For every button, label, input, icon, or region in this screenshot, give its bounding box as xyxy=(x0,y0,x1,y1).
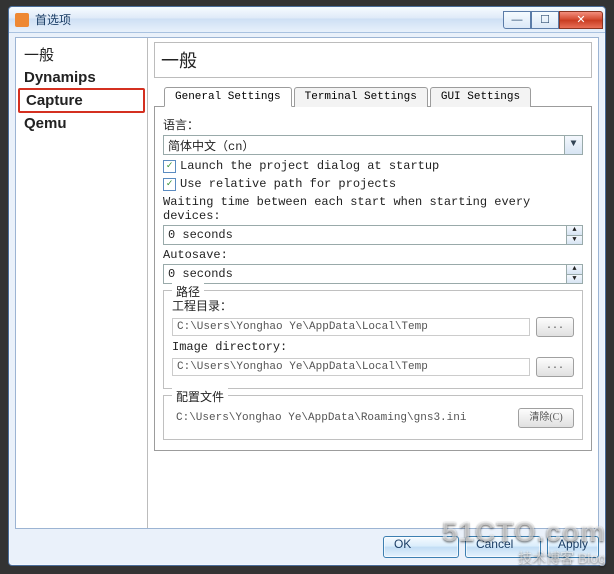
clear-config-button[interactable]: 清除(C) xyxy=(518,408,574,428)
app-icon xyxy=(15,13,29,27)
tab-panel: 语言： 简体中文（cn） ▼ ✓ Launch the project dial… xyxy=(154,107,592,451)
sidebar-item-general[interactable]: 一般 xyxy=(18,42,145,67)
sidebar-item-capture[interactable]: Capture xyxy=(18,88,145,113)
maximize-button[interactable]: ☐ xyxy=(531,11,559,29)
spin-down-icon[interactable]: ▼ xyxy=(567,274,582,284)
autosave-spinner[interactable]: 0 seconds ▲ ▼ xyxy=(163,264,583,284)
close-button[interactable]: ✕ xyxy=(559,11,603,29)
checkbox-relative-path[interactable]: ✓ xyxy=(163,178,176,191)
cancel-button[interactable]: Cancel xyxy=(465,536,541,558)
dialog-body: 一般 Dynamips Capture Qemu 一般 General Sett… xyxy=(15,37,599,529)
project-dir-input[interactable]: C:\Users\Yonghao Ye\AppData\Local\Temp xyxy=(172,318,530,336)
language-label: 语言： xyxy=(163,116,583,133)
project-dir-label: 工程目录： xyxy=(172,297,574,314)
checkbox-launch-dialog-label: Launch the project dialog at startup xyxy=(180,159,439,173)
paths-group: 路径 工程目录： C:\Users\Yonghao Ye\AppData\Loc… xyxy=(163,290,583,389)
image-dir-label: Image directory: xyxy=(172,340,574,354)
tab-strip: General Settings Terminal Settings GUI S… xyxy=(154,86,592,107)
tab-gui-settings[interactable]: GUI Settings xyxy=(430,87,531,107)
checkbox-relative-path-label: Use relative path for projects xyxy=(180,177,396,191)
preferences-window: 首选项 — ☐ ✕ 一般 Dynamips Capture Qemu 一般 Ge… xyxy=(8,6,606,566)
spin-up-icon[interactable]: ▲ xyxy=(567,226,582,235)
sidebar-item-dynamips[interactable]: Dynamips xyxy=(18,67,145,88)
dialog-button-bar: OK Cancel Apply xyxy=(15,533,599,561)
checkbox-launch-dialog[interactable]: ✓ xyxy=(163,160,176,173)
language-value: 简体中文（cn） xyxy=(164,137,564,154)
spin-up-icon[interactable]: ▲ xyxy=(567,265,582,274)
sidebar-item-qemu[interactable]: Qemu xyxy=(18,113,145,134)
titlebar: 首选项 — ☐ ✕ xyxy=(9,7,605,33)
window-title: 首选项 xyxy=(35,11,71,28)
wait-spinner[interactable]: 0 seconds ▲ ▼ xyxy=(163,225,583,245)
page-title: 一般 xyxy=(154,42,592,78)
main-panel: 一般 General Settings Terminal Settings GU… xyxy=(148,38,598,528)
ok-button[interactable]: OK xyxy=(383,536,459,558)
image-dir-browse-button[interactable]: ... xyxy=(536,357,574,377)
wait-label: Waiting time between each start when sta… xyxy=(163,195,583,223)
config-path-text: C:\Users\Yonghao Ye\AppData\Roaming\gns3… xyxy=(172,410,512,426)
autosave-value: 0 seconds xyxy=(164,265,566,283)
config-group: 配置文件 C:\Users\Yonghao Ye\AppData\Roaming… xyxy=(163,395,583,440)
wait-value: 0 seconds xyxy=(164,226,566,244)
window-controls: — ☐ ✕ xyxy=(503,11,603,29)
project-dir-browse-button[interactable]: ... xyxy=(536,317,574,337)
paths-group-title: 路径 xyxy=(172,283,204,300)
tab-general-settings[interactable]: General Settings xyxy=(164,87,292,107)
chevron-down-icon: ▼ xyxy=(564,136,582,154)
spin-down-icon[interactable]: ▼ xyxy=(567,235,582,245)
autosave-label: Autosave: xyxy=(163,248,583,262)
config-group-title: 配置文件 xyxy=(172,388,228,405)
tab-terminal-settings[interactable]: Terminal Settings xyxy=(294,87,428,107)
minimize-button[interactable]: — xyxy=(503,11,531,29)
language-combobox[interactable]: 简体中文（cn） ▼ xyxy=(163,135,583,155)
apply-button[interactable]: Apply xyxy=(547,536,599,558)
image-dir-input[interactable]: C:\Users\Yonghao Ye\AppData\Local\Temp xyxy=(172,358,530,376)
sidebar: 一般 Dynamips Capture Qemu xyxy=(16,38,148,528)
